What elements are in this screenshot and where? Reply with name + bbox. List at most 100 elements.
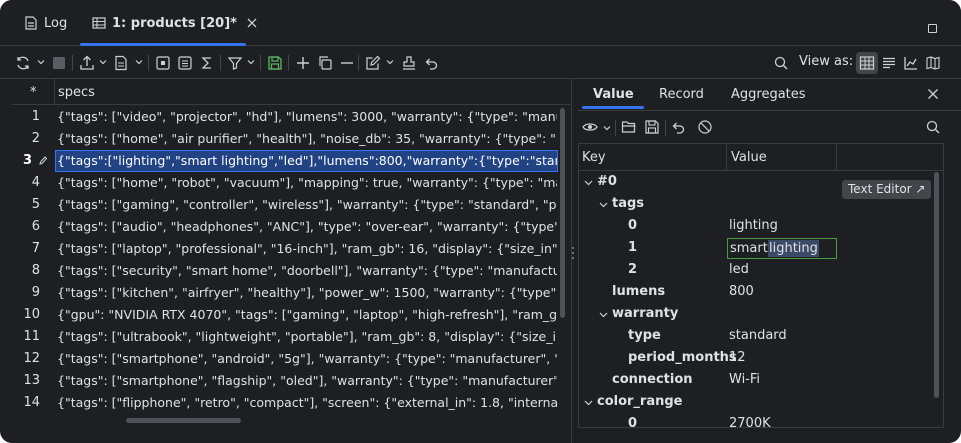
chevron-down-icon[interactable]	[584, 398, 593, 407]
specs-cell[interactable]: {"tags": ["ultrabook", "lightweight", "p…	[57, 329, 557, 344]
specs-cell[interactable]: {"tags": ["home", "air purifier", "healt…	[57, 131, 557, 146]
specs-cell[interactable]: {"tags": ["smartphone", "flagship", "ole…	[57, 373, 557, 388]
chevron-down-icon[interactable]	[134, 57, 144, 67]
grid-horizontal-scrollbar[interactable]	[126, 418, 241, 423]
tab-record[interactable]: Record	[659, 87, 704, 102]
panel-splitter[interactable]	[571, 79, 572, 443]
refresh-icon[interactable]	[14, 54, 32, 72]
table-row[interactable]: 8 {"tags": ["security", "smart home", "d…	[12, 260, 570, 282]
tree-row[interactable]: lumens 800	[579, 281, 943, 303]
text-editor-button[interactable]: Text Editor ↗	[842, 180, 932, 199]
table-row[interactable]: 11 {"tags": ["ultrabook", "lightweight",…	[12, 326, 570, 348]
view-chart-icon[interactable]	[902, 54, 920, 72]
tree-row[interactable]: 0 2700K	[579, 413, 943, 427]
tree-value[interactable]: Wi-Fi	[729, 372, 760, 387]
chevron-down-icon[interactable]	[599, 200, 608, 209]
delete-row-icon[interactable]	[338, 54, 356, 72]
tree-row[interactable]: 2 led	[579, 259, 943, 281]
tree-row[interactable]: type standard	[579, 325, 943, 347]
column-header-specs[interactable]: specs	[58, 85, 95, 100]
tab-aggregates[interactable]: Aggregates	[731, 87, 806, 102]
tree-value[interactable]: 2700K	[729, 416, 771, 427]
open-folder-icon[interactable]	[620, 118, 638, 136]
table-row[interactable]: 10 {"gpu": "NVIDIA RTX 4070", "tags": ["…	[12, 304, 570, 326]
tree-vertical-scrollbar[interactable]	[934, 172, 939, 398]
specs-cell[interactable]: {"tags": ["audio", "headphones", "ANC"],…	[57, 219, 557, 234]
chevron-down-icon[interactable]	[602, 123, 612, 133]
edit-icon[interactable]	[364, 54, 382, 72]
view-table-icon[interactable]	[858, 54, 876, 72]
value-column-header[interactable]: Value	[731, 150, 767, 165]
specs-cell[interactable]: {"tags": ["flipphone", "retro", "compact…	[57, 395, 557, 410]
table-row[interactable]: 13 {"tags": ["smartphone", "flagship", "…	[12, 370, 570, 392]
tree-value[interactable]: lighting	[729, 218, 778, 233]
grid-vertical-scrollbar[interactable]	[560, 108, 565, 318]
specs-cell[interactable]: {"tags": ["security", "smart home", "doo…	[57, 263, 557, 278]
search-icon[interactable]	[924, 118, 942, 136]
tree-value[interactable]: standard	[729, 328, 787, 343]
add-row-icon[interactable]	[294, 54, 312, 72]
tree-row[interactable]: connection Wi-Fi	[579, 369, 943, 391]
filter-icon[interactable]	[226, 54, 244, 72]
export-icon[interactable]	[78, 54, 96, 72]
close-tab-icon[interactable]	[246, 17, 258, 29]
chevron-down-icon[interactable]	[599, 310, 608, 319]
maximize-icon[interactable]	[928, 24, 937, 33]
specs-cell[interactable]: {"tags": ["laptop", "professional", "16-…	[57, 241, 557, 256]
table-row[interactable]: 5 {"tags": ["gaming", "controller", "wir…	[12, 194, 570, 216]
tree-row[interactable]: period_months 12	[579, 347, 943, 369]
eye-icon[interactable]	[581, 118, 599, 136]
search-icon[interactable]	[772, 54, 790, 72]
value-edit-field[interactable]: smart lighting	[727, 238, 837, 259]
tab-log[interactable]: Log	[24, 12, 67, 34]
submit-stamp-icon[interactable]	[400, 54, 418, 72]
clone-row-icon[interactable]	[316, 54, 334, 72]
chevron-down-icon[interactable]	[584, 178, 593, 187]
save-icon[interactable]	[266, 54, 284, 72]
specs-cell[interactable]: {"tags": ["gaming", "controller", "wirel…	[57, 197, 557, 212]
chevron-down-icon[interactable]	[385, 57, 395, 67]
tree-value[interactable]: 800	[729, 284, 754, 299]
disable-icon[interactable]	[696, 118, 714, 136]
tree-value[interactable]: led	[729, 262, 749, 277]
chevron-down-icon[interactable]	[98, 57, 108, 67]
record-view-icon[interactable]	[176, 54, 194, 72]
key-column-header[interactable]: Key	[582, 150, 606, 165]
undo-icon[interactable]	[669, 118, 687, 136]
specs-cell[interactable]: {"tags": ["kitchen", "airfryer", "health…	[57, 285, 557, 300]
close-panel-icon[interactable]	[927, 88, 939, 100]
tab-value[interactable]: Value	[593, 87, 634, 102]
table-row[interactable]: 4 {"tags": ["home", "robot", "vacuum"], …	[12, 172, 570, 194]
specs-cell[interactable]: {"gpu": "NVIDIA RTX 4070", "tags": ["gam…	[57, 307, 557, 322]
table-row[interactable]: 2 {"tags": ["home", "air purifier", "hea…	[12, 128, 570, 150]
tree-row[interactable]: 0 lighting	[579, 215, 943, 237]
view-text-icon[interactable]	[880, 54, 898, 72]
stop-icon[interactable]	[50, 54, 68, 72]
save-value-icon[interactable]	[643, 118, 661, 136]
table-row[interactable]: 7 {"tags": ["laptop", "professional", "1…	[12, 238, 570, 260]
chevron-down-icon[interactable]	[246, 57, 256, 67]
table-row[interactable]: 12 {"tags": ["smartphone", "android", "5…	[12, 348, 570, 370]
tree-row[interactable]: color_range	[579, 391, 943, 413]
specs-cell[interactable]: {"tags": ["home", "robot", "vacuum"], "m…	[57, 175, 557, 190]
tree-row[interactable]: warranty	[579, 303, 943, 325]
table-row[interactable]: 14 {"tags": ["flipphone", "retro", "comp…	[12, 392, 570, 414]
table-row[interactable]: 6 {"tags": ["audio", "headphones", "ANC"…	[12, 216, 570, 238]
table-row[interactable]: 9 {"tags": ["kitchen", "airfryer", "heal…	[12, 282, 570, 304]
specs-cell[interactable]: {"tags":["lighting","smart lighting","le…	[57, 153, 557, 168]
specs-cell[interactable]: {"tags": ["smartphone", "android", "5g"]…	[57, 351, 557, 366]
revert-icon[interactable]	[422, 54, 440, 72]
file-icon[interactable]	[112, 54, 130, 72]
drag-handle-icon[interactable]	[572, 246, 574, 260]
toolbar-separator	[665, 120, 666, 136]
tree-value[interactable]: 12	[729, 350, 746, 365]
aggregate-sigma-icon[interactable]	[198, 54, 216, 72]
tab-products[interactable]: 1: products [20]*	[92, 12, 258, 34]
chevron-down-icon[interactable]	[36, 57, 46, 67]
tree-row[interactable]: 1 smart lighting	[579, 237, 943, 259]
view-cell-icon[interactable]	[154, 54, 172, 72]
view-map-icon[interactable]	[924, 54, 942, 72]
specs-cell[interactable]: {"tags": ["video", "projector", "hd"], "…	[57, 109, 557, 124]
table-row-selected[interactable]: 3 {"tags":["lighting","smart lighting","…	[12, 150, 570, 172]
table-row[interactable]: 1 {"tags": ["video", "projector", "hd"],…	[12, 106, 570, 128]
